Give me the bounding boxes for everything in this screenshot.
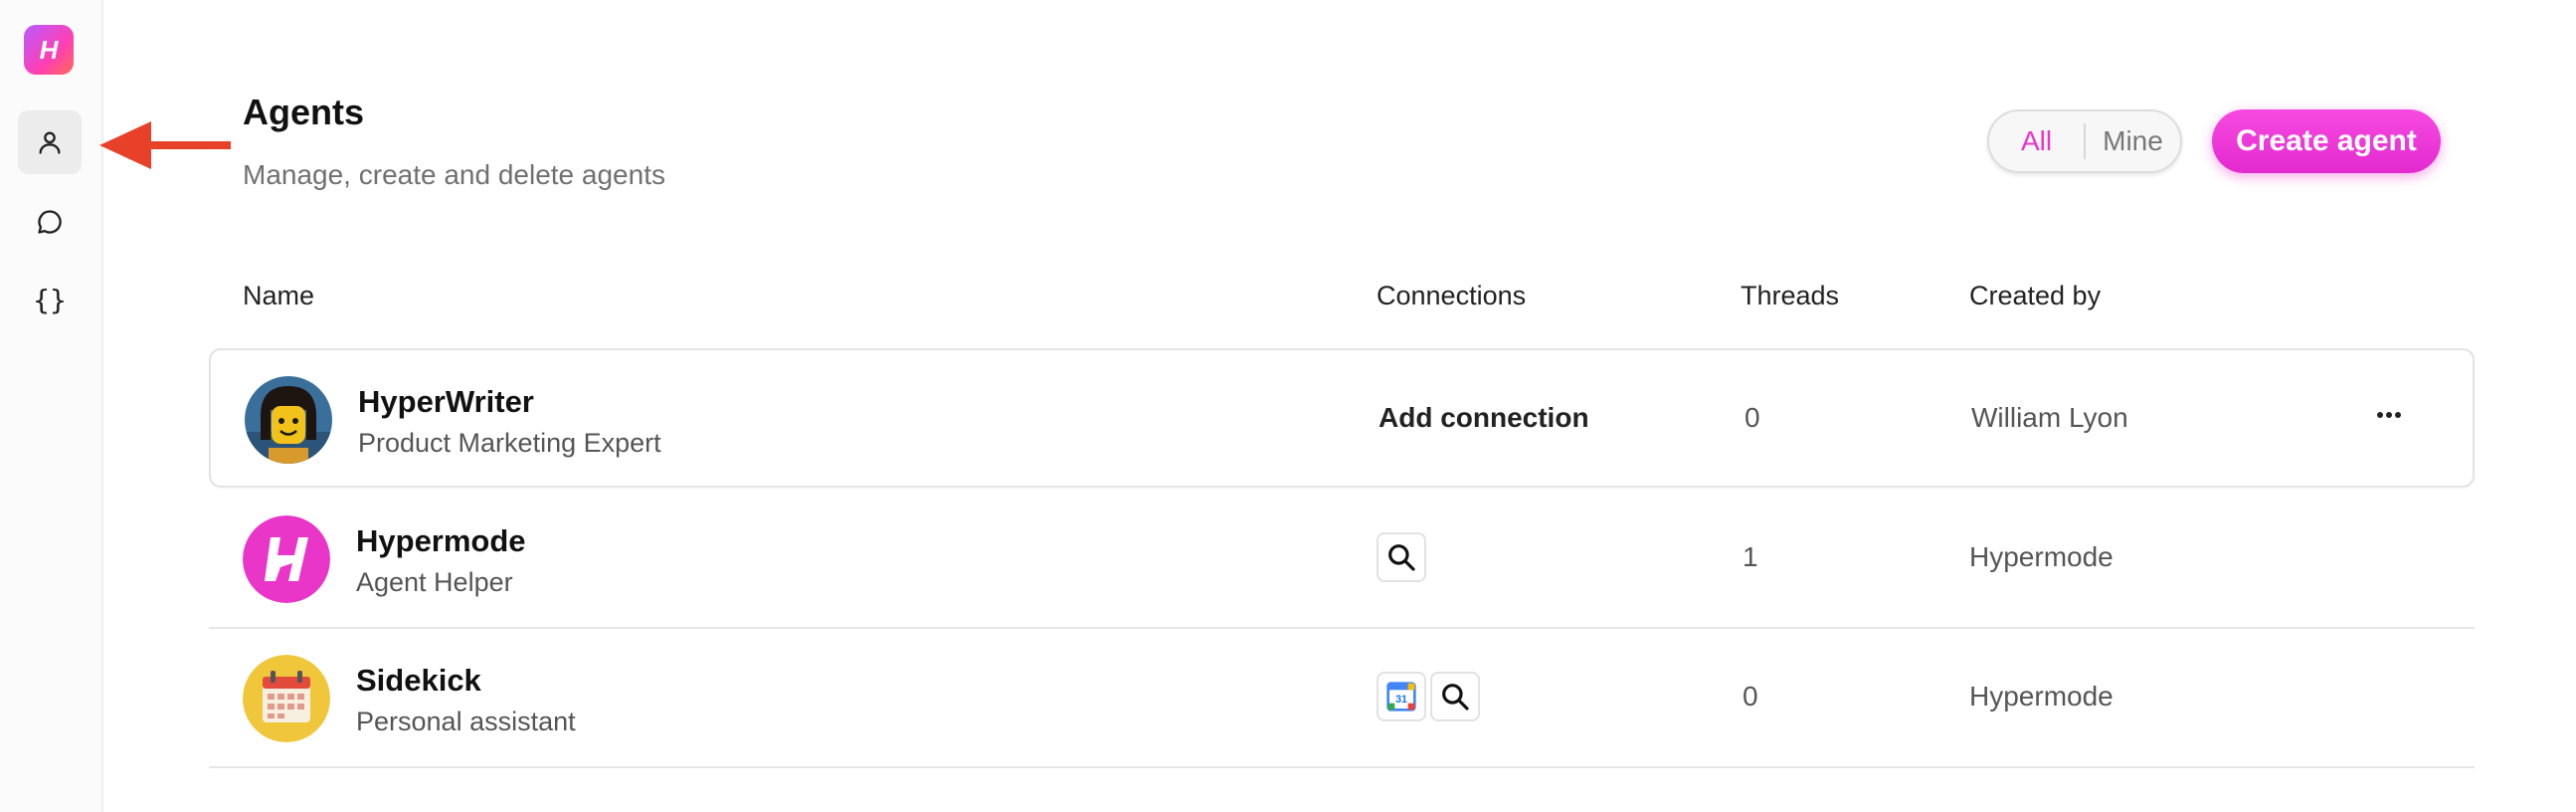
- table-row[interactable]: Hypermode Agent Helper 1 Hypermode: [209, 490, 2475, 629]
- connection-search[interactable]: [1377, 532, 1426, 582]
- annotation-arrow-sidebar: [99, 121, 231, 169]
- agent-description: Agent Helper: [356, 567, 513, 597]
- agent-description: Personal assistant: [356, 707, 576, 736]
- connection-icons: [1377, 532, 1430, 582]
- thread-count: 1: [1743, 541, 1758, 572]
- search-icon: [1388, 544, 1415, 571]
- agent-name: Sidekick: [356, 663, 481, 698]
- connection-icons: 31: [1377, 672, 1484, 721]
- page-subtitle: Manage, create and delete agents: [243, 159, 665, 190]
- lego-figure-avatar: [245, 376, 332, 464]
- nav-code-button[interactable]: {}: [18, 268, 82, 331]
- created-by: Hypermode: [1969, 541, 2114, 572]
- page-title: Agents: [243, 92, 365, 132]
- chat-bubble-icon: [38, 210, 62, 234]
- ownership-filter: All Mine: [1987, 109, 2182, 173]
- connection-google-calendar[interactable]: 31: [1377, 672, 1426, 721]
- created-by: Hypermode: [1969, 681, 2114, 711]
- sidebar: H {}: [0, 0, 103, 812]
- more-options-button[interactable]: [2359, 390, 2419, 440]
- google-calendar-icon: 31: [1386, 682, 1416, 711]
- filter-mine[interactable]: Mine: [2086, 125, 2180, 157]
- hypermode-logo-avatar: [243, 515, 330, 603]
- column-header-created-by: Created by: [1969, 281, 2102, 310]
- column-header-connections: Connections: [1377, 281, 1527, 310]
- nav-chat-button[interactable]: [18, 190, 82, 254]
- table-row[interactable]: Sidekick Personal assistant 31 0 Hypermo…: [209, 629, 2475, 768]
- agent-description: Product Marketing Expert: [358, 428, 661, 458]
- table-row[interactable]: HyperWriter Product Marketing Expert Add…: [209, 348, 2475, 488]
- calendar-day: 31: [1395, 694, 1407, 706]
- nav-agents-button[interactable]: [18, 110, 82, 174]
- column-header-threads: Threads: [1741, 281, 1840, 310]
- create-agent-button[interactable]: Create agent: [2212, 109, 2441, 173]
- calendar-avatar: [243, 655, 330, 742]
- thread-count: 0: [1745, 402, 1760, 433]
- braces-icon: {}: [33, 283, 67, 316]
- ellipsis-icon: [2377, 412, 2401, 418]
- app-logo[interactable]: H: [24, 25, 74, 75]
- filter-all[interactable]: All: [1989, 125, 2084, 157]
- search-icon: [1442, 684, 1469, 710]
- connection-search[interactable]: [1430, 672, 1480, 721]
- created-by: William Lyon: [1971, 402, 2128, 433]
- agent-name: Hypermode: [356, 523, 526, 558]
- thread-count: 0: [1743, 681, 1758, 711]
- person-icon: [39, 131, 61, 154]
- agent-name: HyperWriter: [358, 384, 534, 419]
- add-connection-link[interactable]: Add connection: [1379, 402, 1589, 434]
- column-header-name: Name: [243, 281, 315, 310]
